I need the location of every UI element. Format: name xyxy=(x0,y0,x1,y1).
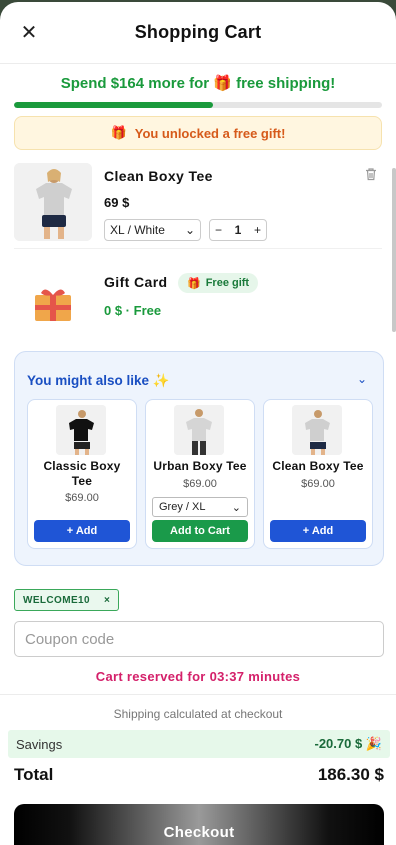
product-image xyxy=(56,405,106,455)
cart-header: ✕ Shopping Cart xyxy=(0,2,396,64)
upsell-card: Classic Boxy Tee $69.00 + Add xyxy=(27,399,137,549)
gift-card-image xyxy=(14,269,92,329)
product-name[interactable]: Urban Boxy Tee xyxy=(150,459,250,474)
upsell-heading: You might also like ✨ xyxy=(27,373,170,388)
add-to-cart-button[interactable]: Add to Cart xyxy=(152,520,248,542)
product-price: $69.00 xyxy=(65,492,99,504)
scrollbar-thumb[interactable] xyxy=(392,168,396,332)
cart-item: Clean Boxy Tee 69 $ XL / White ⌄ − 1 + xyxy=(14,163,382,249)
badge-text: Free gift xyxy=(205,277,250,289)
trash-icon[interactable] xyxy=(364,167,378,181)
product-price: $69.00 xyxy=(301,478,335,490)
total-label: Total xyxy=(14,765,54,784)
increase-button[interactable]: + xyxy=(254,223,261,237)
cart-drawer: ✕ Shopping Cart Spend $164 more for 🎁 fr… xyxy=(0,2,396,845)
total-row: Total 186.30 $ xyxy=(14,765,384,785)
decrease-button[interactable]: − xyxy=(215,223,222,237)
total-value: 186.30 $ xyxy=(317,765,384,784)
item-price: 69 $ xyxy=(104,195,130,210)
cart-reservation-timer: Cart reserved for 03:37 minutes xyxy=(95,669,301,684)
progress-fill xyxy=(14,102,213,108)
product-price: $69.00 xyxy=(183,478,217,490)
gift-icon: 🎁 xyxy=(110,125,127,140)
free-gift-badge: 🎁 Free gift xyxy=(178,273,259,293)
shipping-note: Shipping calculated at checkout xyxy=(113,707,283,721)
upsell-card: Clean Boxy Tee $69.00 + Add xyxy=(263,399,373,549)
page-title: Shopping Cart xyxy=(134,22,262,42)
upsell-card: Urban Boxy Tee $69.00 Grey / XL ⌄ Add to… xyxy=(145,399,255,549)
free-shipping-progress xyxy=(14,102,382,108)
upsell-panel: You might also like ✨ ⌄ Classic Boxy Tee… xyxy=(14,351,384,566)
item-name: Gift Card xyxy=(104,274,168,290)
gift-icon: 🎁 xyxy=(187,277,201,290)
item-price: 0 $ · Free xyxy=(104,303,162,318)
savings-value: -20.70 $ 🎉 xyxy=(314,736,382,751)
checkout-button[interactable]: Checkout xyxy=(14,804,384,845)
add-button[interactable]: + Add xyxy=(34,520,130,542)
variant-select[interactable]: XL / White ⌄ xyxy=(104,219,201,241)
coupon-input[interactable] xyxy=(14,621,384,657)
savings-row: Savings -20.70 $ 🎉 xyxy=(8,730,390,758)
free-shipping-message: Spend $164 more for 🎁 free shipping! xyxy=(60,75,336,92)
product-name[interactable]: Clean Boxy Tee xyxy=(268,459,368,474)
product-image xyxy=(174,405,224,455)
free-gift-banner: 🎁 You unlocked a free gift! xyxy=(14,116,382,150)
product-image xyxy=(292,405,342,455)
cart-item: Gift Card 🎁 Free gift 0 $ · Free xyxy=(14,269,382,329)
variant-select[interactable]: Grey / XL ⌄ xyxy=(152,497,248,517)
close-icon[interactable]: ✕ xyxy=(18,21,40,44)
product-image xyxy=(14,163,92,241)
applied-coupon-chip: WELCOME10 × xyxy=(14,589,120,611)
chevron-down-icon: ⌄ xyxy=(184,223,195,237)
quantity-stepper[interactable]: − 1 + xyxy=(209,219,267,241)
divider xyxy=(0,694,396,695)
add-button[interactable]: + Add xyxy=(270,520,366,542)
variant-value: Grey / XL xyxy=(159,501,206,513)
remove-coupon-button[interactable]: × xyxy=(104,595,110,606)
chevron-down-icon[interactable]: ⌄ xyxy=(357,372,367,386)
quantity-value: 1 xyxy=(234,223,242,237)
gift-banner-text: You unlocked a free gift! xyxy=(134,125,286,141)
coupon-code: WELCOME10 xyxy=(23,594,90,606)
item-name[interactable]: Clean Boxy Tee xyxy=(104,168,213,184)
product-name[interactable]: Classic Boxy Tee xyxy=(32,459,132,489)
chevron-down-icon: ⌄ xyxy=(231,501,241,514)
savings-label: Savings xyxy=(16,736,63,752)
scrollbar[interactable] xyxy=(392,160,396,340)
variant-value: XL / White xyxy=(110,223,165,237)
